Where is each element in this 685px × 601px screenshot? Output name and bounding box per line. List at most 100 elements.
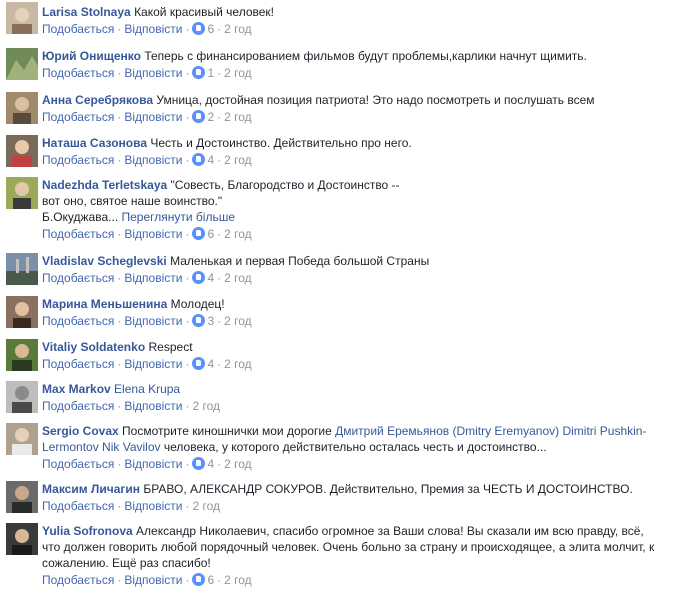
like-button[interactable]: Подобається (42, 110, 114, 124)
comment-author[interactable]: Анна Серебрякова (42, 93, 153, 107)
like-icon (192, 153, 206, 166)
comment-author[interactable]: Sergio Covax (42, 424, 119, 438)
reply-button[interactable]: Відповісти (124, 314, 182, 328)
like-button[interactable]: Подобається (42, 66, 114, 80)
like-button[interactable]: Подобається (42, 22, 114, 36)
comment-author[interactable]: Наташа Сазонова (42, 136, 147, 150)
timestamp[interactable]: 2 год (192, 499, 220, 513)
avatar[interactable] (6, 92, 38, 124)
avatar[interactable] (6, 48, 38, 80)
comment-text: Посмотрите киношнички мои дорогие (122, 424, 332, 438)
like-button[interactable]: Подобається (42, 357, 114, 371)
comment-text: "Совесть, Благородство и Достоинство -- (170, 178, 400, 192)
comment-author[interactable]: Vladislav Scheglevski (42, 254, 167, 268)
avatar[interactable] (6, 296, 38, 328)
comment-author[interactable]: Vitaliy Soldatenko (42, 340, 145, 354)
comment-actions: Подобається · Відповісти · 2 год (42, 399, 220, 413)
comment-actions: Подобається · Відповісти · 3 · 2 год (42, 314, 252, 328)
timestamp[interactable]: 2 год (224, 357, 252, 371)
reply-button[interactable]: Відповісти (124, 271, 182, 285)
reply-button[interactable]: Відповісти (124, 399, 182, 413)
avatar[interactable] (6, 2, 38, 34)
like-icon (192, 271, 206, 284)
like-icon (192, 22, 206, 35)
comment-text: Теперь с финансированием фильмов будут п… (144, 49, 587, 63)
like-button[interactable]: Подобається (42, 573, 114, 587)
timestamp[interactable]: 2 год (192, 399, 220, 413)
comment: Анна Серебрякова Умница, достойная позиц… (6, 90, 685, 133)
timestamp[interactable]: 2 год (224, 573, 252, 587)
comment: Nadezhda Terletskaya "Совесть, Благородс… (6, 175, 685, 251)
avatar[interactable] (6, 423, 38, 455)
comment-text-line: человека, у которого действительно остал… (163, 440, 547, 454)
reply-button[interactable]: Відповісти (124, 457, 182, 471)
reply-button[interactable]: Відповісти (124, 110, 182, 124)
comment-text: Честь и Достоинство. Действительно про н… (150, 136, 412, 150)
tagged-user[interactable]: Dimitri Pushkin- (562, 424, 646, 438)
tagged-user[interactable]: Дмитрий Еремьянов (Dmitry Eremyanov) (335, 424, 559, 438)
reply-button[interactable]: Відповісти (124, 66, 182, 80)
timestamp[interactable]: 2 год (224, 110, 252, 124)
comment-actions: Подобається · Відповісти · 6 · 2 год (42, 573, 252, 587)
tagged-user[interactable]: Nik Vavilov (102, 440, 160, 454)
see-more-link[interactable]: Переглянути більше (122, 210, 236, 224)
like-button[interactable]: Подобається (42, 399, 114, 413)
comment-text: Умница, достойная позиция патриота! Это … (156, 93, 595, 107)
reply-button[interactable]: Відповісти (124, 573, 182, 587)
comment-text: Молодец! (170, 297, 225, 311)
reply-button[interactable]: Відповісти (124, 227, 182, 241)
comment-text: Respect (148, 340, 193, 354)
comment-text-line: вот оно, святое наше воинство." (42, 194, 223, 208)
comment-actions: Подобається · Відповісти · 2 · 2 год (42, 110, 252, 124)
reply-button[interactable]: Відповісти (124, 22, 182, 36)
comment-author[interactable]: Марина Меньшенина (42, 297, 167, 311)
comment-author[interactable]: Максим Личагин (42, 482, 140, 496)
like-icon (192, 457, 206, 470)
timestamp[interactable]: 2 год (224, 22, 252, 36)
avatar[interactable] (6, 339, 38, 371)
avatar[interactable] (6, 177, 38, 209)
avatar[interactable] (6, 523, 38, 555)
tagged-user[interactable]: Lermontov (42, 440, 99, 454)
like-button[interactable]: Подобається (42, 314, 114, 328)
reply-button[interactable]: Відповісти (124, 499, 182, 513)
like-icon (192, 227, 206, 240)
comment-actions: Подобається · Відповісти · 4 · 2 год (42, 271, 252, 285)
timestamp[interactable]: 2 год (224, 227, 252, 241)
reply-button[interactable]: Відповісти (124, 153, 182, 167)
comment: Larisa Stolnaya Какой красивый человек! … (6, 0, 685, 46)
comment-actions: Подобається · Відповісти · 6 · 2 год (42, 22, 252, 36)
comment-author[interactable]: Юрий Онищенко (42, 49, 141, 63)
like-button[interactable]: Подобається (42, 457, 114, 471)
comment-author[interactable]: Larisa Stolnaya (42, 5, 131, 19)
comment-actions: Подобається · Відповісти · 4 · 2 год (42, 153, 252, 167)
comment-text: Александр Николаевич, спасибо огромное з… (136, 524, 644, 538)
like-button[interactable]: Подобається (42, 153, 114, 167)
comment-list: Larisa Stolnaya Какой красивый человек! … (0, 0, 685, 595)
like-button[interactable]: Подобається (42, 499, 114, 513)
avatar[interactable] (6, 381, 38, 413)
avatar[interactable] (6, 481, 38, 513)
like-icon (192, 573, 206, 586)
comment-actions: Подобається · Відповісти · 1 · 2 год (42, 66, 252, 80)
comment: Sergio Covax Посмотрите киношнички мои д… (6, 421, 685, 479)
timestamp[interactable]: 2 год (224, 271, 252, 285)
comment-author[interactable]: Nadezhda Terletskaya (42, 178, 167, 192)
comment-author[interactable]: Yulia Sofronova (42, 524, 133, 538)
timestamp[interactable]: 2 год (224, 457, 252, 471)
like-button[interactable]: Подобається (42, 271, 114, 285)
avatar[interactable] (6, 135, 38, 167)
tagged-user[interactable]: Elena Krupa (114, 382, 180, 396)
timestamp[interactable]: 2 год (224, 153, 252, 167)
like-icon (192, 66, 206, 79)
avatar[interactable] (6, 253, 38, 285)
like-button[interactable]: Подобається (42, 227, 114, 241)
timestamp[interactable]: 2 год (224, 66, 252, 80)
comment-actions: Подобається · Відповісти · 4 · 2 год (42, 357, 252, 371)
comment: Юрий Онищенко Теперь с финансированием ф… (6, 46, 685, 90)
reply-button[interactable]: Відповісти (124, 357, 182, 371)
like-icon (192, 357, 206, 370)
comment-actions: Подобається · Відповісти · 6 · 2 год (42, 227, 252, 241)
comment-author[interactable]: Max Markov (42, 382, 111, 396)
timestamp[interactable]: 2 год (224, 314, 252, 328)
